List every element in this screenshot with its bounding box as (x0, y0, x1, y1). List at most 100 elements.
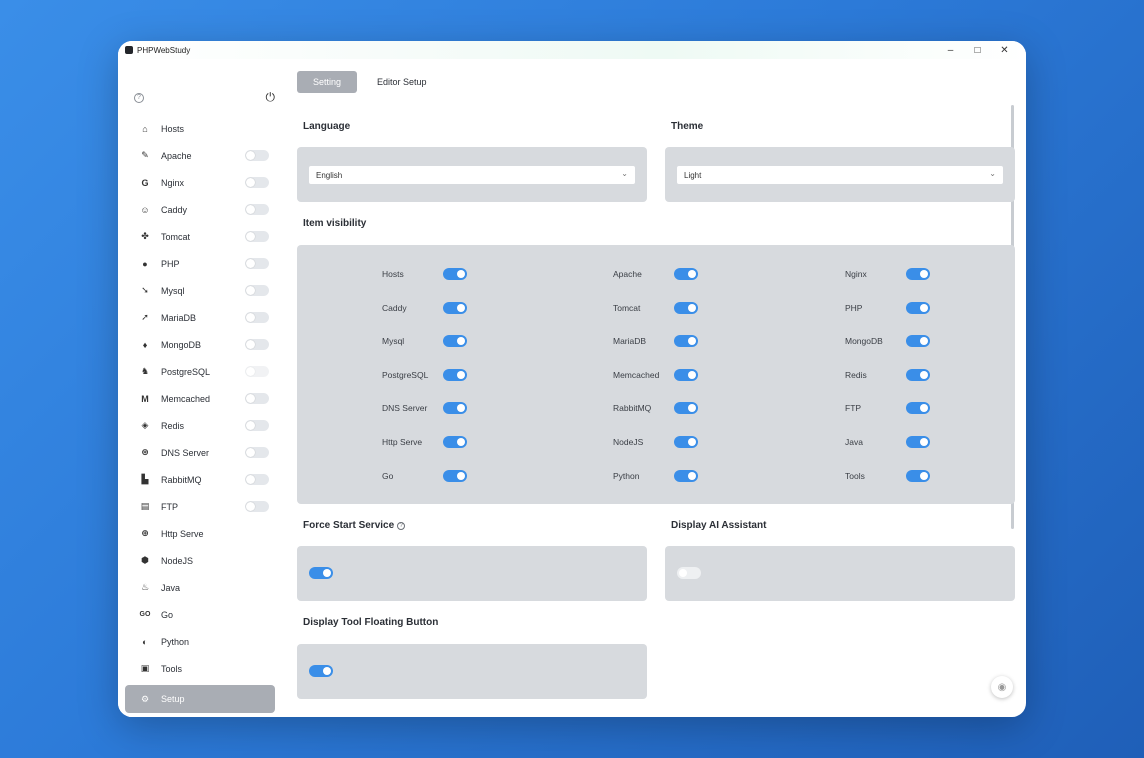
ai-assistant-toggle[interactable] (677, 567, 701, 579)
sidebar-item-ftp[interactable]: ▤ FTP (125, 493, 275, 520)
sidebar-item-redis[interactable]: ◈ Redis (125, 412, 275, 439)
visibility-toggle[interactable] (906, 402, 930, 415)
visibility-label: PostgreSQL (382, 369, 429, 380)
sidebar-item-postgresql[interactable]: ♞ PostgreSQL (125, 358, 275, 385)
service-toggle[interactable] (245, 501, 269, 512)
visibility-toggle[interactable] (906, 436, 930, 448)
minimize-button[interactable]: – (937, 41, 964, 59)
sidebar-item-tools[interactable]: ▣ Tools (125, 655, 275, 682)
service-toggle[interactable] (245, 231, 269, 242)
sidebar-item-rabbitmq[interactable]: ▙ RabbitMQ (125, 466, 275, 493)
visibility-item-hosts: Hosts (382, 266, 467, 282)
chevron-down-icon: ⌄ (621, 169, 628, 178)
visibility-toggle[interactable] (674, 301, 698, 314)
visibility-toggle[interactable] (674, 436, 698, 448)
service-toggle[interactable] (245, 420, 269, 431)
sidebar-item-tomcat[interactable]: ✤ Tomcat (125, 223, 275, 250)
sidebar-item-apache[interactable]: ✎ Apache (125, 142, 275, 169)
visibility-toggle[interactable] (906, 469, 930, 482)
theme-select[interactable]: Light ⌄ (677, 166, 1003, 184)
ai-assistant-panel (665, 546, 1015, 601)
visibility-toggle[interactable] (906, 268, 930, 280)
service-toggle[interactable] (245, 393, 269, 404)
help-icon[interactable]: ? (134, 93, 144, 103)
memcached-icon: M (141, 393, 149, 404)
sidebar-item-java[interactable]: ♨ Java (125, 574, 275, 601)
visibility-toggle[interactable] (443, 268, 467, 280)
visibility-label: NodeJS (613, 437, 644, 447)
visibility-toggle[interactable] (443, 436, 467, 448)
visibility-toggle[interactable] (674, 368, 698, 381)
visibility-item-nginx: Nginx (845, 266, 930, 282)
sidebar-item-hosts[interactable]: ⌂ Hosts (125, 115, 275, 142)
force-start-title: Force Start Service? (303, 520, 406, 531)
service-toggle[interactable] (245, 150, 269, 161)
visibility-panel: Hosts Apache Nginx Caddy Tomcat PHP Mysql Maria… (297, 245, 1015, 504)
visibility-toggle[interactable] (674, 469, 698, 482)
sidebar-item-mariadb[interactable]: ➚ MariaDB (125, 304, 275, 331)
visibility-toggle[interactable] (443, 469, 467, 482)
visibility-toggle[interactable] (906, 335, 930, 348)
visibility-label: Redis (845, 369, 867, 380)
sidebar-item-label: DNS Server (161, 447, 210, 458)
visibility-label: Caddy (382, 302, 407, 313)
tab-editor-setup[interactable]: Editor Setup (361, 71, 443, 93)
close-button[interactable]: ✕ (991, 41, 1018, 59)
tab-setting[interactable]: Setting (297, 71, 358, 93)
theme-title: Theme (671, 121, 704, 132)
visibility-item-rabbitmq: RabbitMQ (613, 400, 698, 416)
sidebar-item-label: Tools (161, 663, 183, 674)
chevron-down-icon: ⌄ (989, 169, 996, 178)
power-icon[interactable]: ⏻ (266, 90, 276, 105)
sidebar-item-python[interactable]: ◐ Python (125, 628, 275, 655)
service-toggle[interactable] (245, 285, 269, 296)
service-toggle[interactable] (245, 177, 269, 188)
visibility-toggle[interactable] (906, 368, 930, 381)
visibility-toggle[interactable] (443, 301, 467, 314)
visibility-item-java: Java (845, 434, 930, 450)
visibility-toggle[interactable] (443, 368, 467, 381)
service-toggle[interactable] (245, 258, 269, 269)
service-toggle[interactable] (245, 474, 269, 485)
sidebar-item-http-serve[interactable]: ⊕ Http Serve (125, 520, 275, 547)
force-start-toggle[interactable] (309, 567, 333, 579)
window-controls: – □ ✕ (937, 41, 1018, 59)
sidebar-item-label: Python (161, 636, 190, 647)
visibility-toggle[interactable] (906, 301, 930, 314)
rabbitmq-icon: ▙ (141, 474, 149, 484)
service-toggle[interactable] (245, 366, 269, 377)
visibility-toggle[interactable] (674, 402, 698, 415)
sidebar-item-label: PostgreSQL (161, 366, 211, 377)
sidebar-item-nodejs[interactable]: ⬢ NodeJS (125, 547, 275, 574)
visibility-toggle[interactable] (674, 335, 698, 348)
sidebar-item-nginx[interactable]: G Nginx (125, 169, 275, 196)
sidebar-item-php[interactable]: ● PHP (125, 250, 275, 277)
floating-button-toggle[interactable] (309, 665, 333, 677)
sidebar-item-dns-server[interactable]: ⊛ DNS Server (125, 439, 275, 466)
visibility-toggle[interactable] (443, 335, 467, 348)
visibility-toggle[interactable] (443, 402, 467, 415)
globe-icon: ⊕ (141, 528, 149, 538)
maximize-button[interactable]: □ (964, 41, 991, 59)
sidebar-item-label: NodeJS (161, 555, 194, 566)
visibility-item-memcached: Memcached (613, 367, 698, 383)
sidebar-item-mongodb[interactable]: ♦ MongoDB (125, 331, 275, 358)
sidebar-item-label: Http Serve (161, 528, 204, 539)
sidebar-item-go[interactable]: GO Go (125, 601, 275, 628)
visibility-item-tools: Tools (845, 468, 930, 484)
service-toggle[interactable] (245, 204, 269, 215)
visibility-toggle[interactable] (674, 268, 698, 280)
question-icon[interactable]: ? (397, 522, 406, 530)
visibility-label: Java (845, 437, 863, 447)
visibility-label: DNS Server (382, 403, 428, 414)
language-select[interactable]: English ⌄ (309, 166, 635, 184)
sidebar-item-caddy[interactable]: ☺ Caddy (125, 196, 275, 223)
sidebar-item-mysql[interactable]: ➘ Mysql (125, 277, 275, 304)
camera-icon[interactable]: ◉ (991, 676, 1013, 698)
service-toggle[interactable] (245, 312, 269, 323)
sidebar-item-memcached[interactable]: M Memcached (125, 385, 275, 412)
service-toggle[interactable] (245, 339, 269, 350)
go-icon: GO (139, 611, 151, 618)
service-toggle[interactable] (245, 447, 269, 458)
sidebar-item-setup[interactable]: ⚙ Setup (125, 685, 275, 713)
